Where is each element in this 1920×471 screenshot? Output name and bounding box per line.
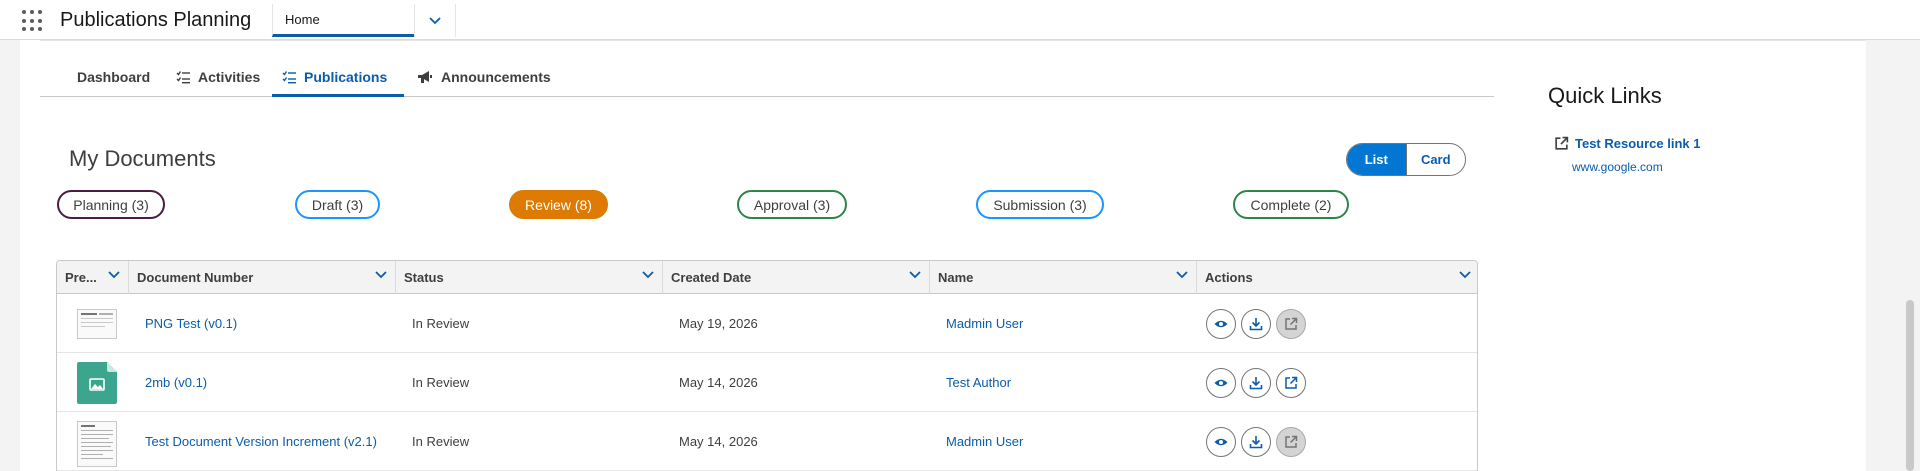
author-name-link[interactable]: Madmin User <box>946 412 1023 470</box>
documents-table: Pre... Document Number Status Created Da… <box>56 260 1478 471</box>
open-external-link-icon <box>1276 427 1306 457</box>
download-icon[interactable] <box>1241 368 1271 398</box>
created-date-cell: May 14, 2026 <box>679 433 758 449</box>
column-header-created-date[interactable]: Created Date <box>663 261 930 294</box>
download-icon[interactable] <box>1241 309 1271 339</box>
image-file-icon[interactable] <box>77 362 117 404</box>
column-header-document-number[interactable]: Document Number <box>129 261 396 294</box>
status-cell: In Review <box>412 315 470 331</box>
chevron-down-icon[interactable] <box>642 271 654 279</box>
documents-title: My Documents <box>69 146 216 171</box>
table-header: Pre... Document Number Status Created Da… <box>57 261 1477 294</box>
table-row: Test Document Version Increment (v2.1) I… <box>57 412 1477 471</box>
quick-link-url[interactable]: www.google.com <box>1572 160 1663 174</box>
table-row: PNG Test (v0.1) In Review May 19, 2026 M… <box>57 294 1477 353</box>
column-label: Pre... <box>65 270 97 285</box>
app-launcher-icon[interactable] <box>22 10 44 32</box>
status-cell: In Review <box>412 433 470 449</box>
task-list-icon <box>176 71 190 84</box>
column-label: Status <box>404 270 444 285</box>
quick-link-item[interactable]: Test Resource link 1 <box>1554 136 1700 151</box>
chevron-down-icon[interactable] <box>1459 271 1471 279</box>
document-number-link[interactable]: Test Document Version Increment (v2.1) <box>145 412 377 470</box>
document-number-link[interactable]: 2mb (v0.1) <box>145 353 207 411</box>
page-scrollbar[interactable] <box>1906 300 1914 471</box>
view-eye-icon[interactable] <box>1206 309 1236 339</box>
column-label: Actions <box>1205 270 1253 285</box>
column-header-name[interactable]: Name <box>930 261 1197 294</box>
view-toggle: List Card <box>1346 143 1466 176</box>
status-filter-complete[interactable]: Complete (2) <box>1233 190 1349 219</box>
chevron-down-icon[interactable] <box>375 271 387 279</box>
tab-announcements[interactable]: Announcements <box>417 56 551 97</box>
quick-link-label: Test Resource link 1 <box>1575 136 1701 151</box>
megaphone-icon <box>418 71 432 83</box>
section-tabs: Dashboard Activities Publications Announ… <box>40 56 1494 97</box>
task-list-icon <box>282 71 296 84</box>
created-date-cell: May 14, 2026 <box>679 374 758 390</box>
author-name-link[interactable]: Madmin User <box>946 294 1023 352</box>
nav-tab-home[interactable]: Home <box>272 4 414 37</box>
status-filter-draft[interactable]: Draft (3) <box>295 190 380 219</box>
tab-label: Publications <box>304 69 388 85</box>
chevron-down-icon[interactable] <box>1176 271 1188 279</box>
column-label: Created Date <box>671 270 752 285</box>
status-filter-approval[interactable]: Approval (3) <box>737 190 847 219</box>
chevron-down-icon[interactable] <box>108 271 120 279</box>
status-filter-planning[interactable]: Planning (3) <box>57 190 165 219</box>
tab-dashboard[interactable]: Dashboard <box>77 56 150 97</box>
column-header-preview[interactable]: Pre... <box>57 261 129 294</box>
download-icon[interactable] <box>1241 427 1271 457</box>
tab-label: Announcements <box>441 69 551 85</box>
card-view-button[interactable]: Card <box>1405 144 1466 175</box>
author-name-link[interactable]: Test Author <box>946 353 1011 411</box>
tab-label: Dashboard <box>77 69 151 85</box>
created-date-cell: May 19, 2026 <box>679 315 758 331</box>
external-link-icon <box>1555 136 1569 150</box>
document-number-link[interactable]: PNG Test (v0.1) <box>145 294 237 352</box>
view-eye-icon[interactable] <box>1206 368 1236 398</box>
tab-publications[interactable]: Publications <box>272 56 404 97</box>
table-row: 2mb (v0.1) In Review May 14, 2026 Test A… <box>57 353 1477 412</box>
open-external-link-icon[interactable] <box>1276 368 1306 398</box>
status-filter-review[interactable]: Review (8) <box>509 190 608 219</box>
nav-menu-chevron-down-icon[interactable] <box>414 4 456 37</box>
column-label: Document Number <box>137 270 254 285</box>
column-header-actions[interactable]: Actions <box>1197 261 1477 294</box>
tab-activities[interactable]: Activities <box>176 56 260 97</box>
app-name: Publications Planning <box>60 9 252 31</box>
doc-thumbnail[interactable] <box>77 303 117 345</box>
view-eye-icon[interactable] <box>1206 427 1236 457</box>
tab-label: Activities <box>198 69 261 85</box>
quick-links-title: Quick Links <box>1548 83 1662 108</box>
column-header-status[interactable]: Status <box>396 261 663 294</box>
column-label: Name <box>938 270 974 285</box>
open-external-link-icon <box>1276 309 1306 339</box>
app-bar: Publications Planning Home <box>0 0 1920 40</box>
status-cell: In Review <box>412 374 470 390</box>
status-filter-submission[interactable]: Submission (3) <box>976 190 1104 219</box>
list-view-button[interactable]: List <box>1347 144 1406 175</box>
doc-thumbnail[interactable] <box>77 421 117 467</box>
chevron-down-icon[interactable] <box>909 271 921 279</box>
